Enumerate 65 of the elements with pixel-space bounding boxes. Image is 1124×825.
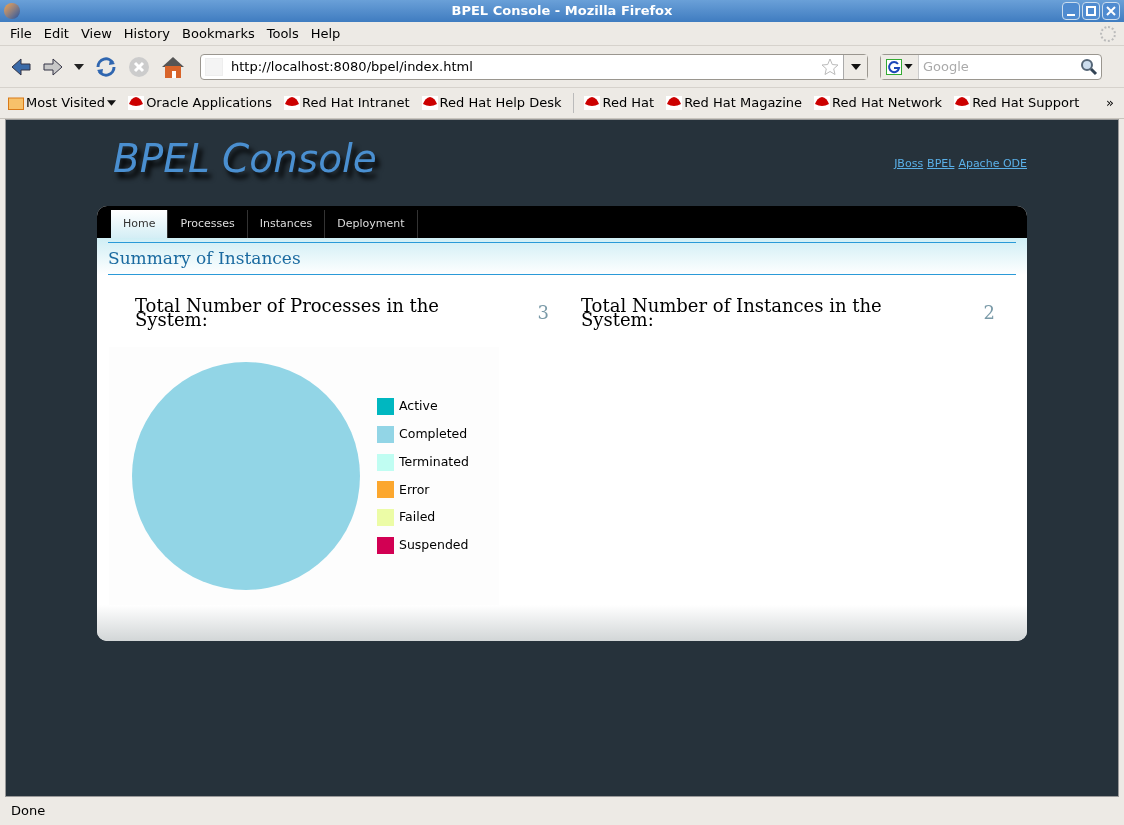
hat-icon bbox=[954, 96, 971, 110]
bookmark-item[interactable]: Red Hat Network bbox=[814, 93, 943, 113]
bookmark-item[interactable]: Red Hat Support bbox=[954, 93, 1080, 113]
menu-item[interactable]: View bbox=[74, 23, 118, 44]
caret-icon bbox=[850, 63, 861, 70]
maximize-button[interactable] bbox=[1082, 2, 1100, 20]
bookmarks-overflow-button[interactable]: » bbox=[1106, 93, 1114, 113]
header-link[interactable]: JBoss bbox=[894, 156, 924, 173]
search-input[interactable]: Google bbox=[919, 56, 1080, 77]
browser-logo-icon bbox=[4, 3, 20, 19]
close-icon bbox=[1106, 6, 1116, 16]
throbber-icon bbox=[1100, 25, 1116, 42]
forward-arrow-icon[interactable] bbox=[42, 56, 64, 77]
address-field[interactable]: http://localhost:8080/bpel/index.html bbox=[200, 53, 868, 80]
url-text: http://localhost:8080/bpel/index.html bbox=[231, 57, 474, 76]
engine-logo-icon bbox=[886, 58, 902, 75]
hat-icon bbox=[283, 96, 300, 110]
menu-item[interactable]: Edit bbox=[37, 23, 75, 44]
home-icon[interactable] bbox=[160, 54, 186, 79]
window-title: BPEL Console - Mozilla Firefox bbox=[450, 2, 674, 21]
search-field[interactable]: Google bbox=[880, 53, 1102, 80]
legend-label: Failed bbox=[399, 508, 436, 527]
maximize-icon bbox=[1086, 6, 1096, 16]
search-icon[interactable] bbox=[1080, 57, 1098, 76]
hat-icon bbox=[421, 96, 438, 110]
reload-icon[interactable] bbox=[94, 54, 118, 79]
back-arrow-icon[interactable] bbox=[10, 56, 32, 77]
bookmark-item[interactable]: Red Hat Intranet bbox=[283, 93, 410, 113]
folder-icon bbox=[8, 96, 24, 110]
menu-item[interactable]: Tools bbox=[260, 23, 305, 44]
bookmark-item[interactable]: Red Hat bbox=[584, 93, 655, 113]
header-link[interactable]: BPEL bbox=[927, 156, 955, 173]
menu-item[interactable]: Help bbox=[304, 23, 347, 44]
hat-icon bbox=[128, 96, 145, 110]
bookmark-item[interactable]: Red Hat Help Desk bbox=[421, 93, 562, 113]
hat-icon bbox=[584, 96, 601, 110]
caret-icon bbox=[904, 64, 913, 69]
menu-item[interactable]: File bbox=[4, 23, 38, 44]
bookmark-item[interactable]: Oracle Applications bbox=[128, 93, 272, 113]
menu-item[interactable]: History bbox=[117, 23, 177, 44]
legend-label: Terminated bbox=[399, 452, 469, 471]
section-title: Summary of Instances bbox=[108, 246, 301, 270]
hat-icon bbox=[814, 96, 831, 110]
legend-label: Suspended bbox=[399, 536, 469, 554]
menu-item[interactable]: Bookmarks bbox=[176, 23, 261, 44]
close-button[interactable] bbox=[1102, 2, 1120, 20]
bookmark-item[interactable]: Red Hat Magazine bbox=[666, 93, 803, 113]
legend-label: Completed bbox=[399, 425, 468, 443]
nav-tab[interactable]: Home bbox=[111, 210, 169, 238]
legend-label: Error bbox=[399, 480, 430, 499]
legend-label: Active bbox=[399, 397, 438, 416]
bookmark-item[interactable]: Most Visited bbox=[8, 93, 117, 113]
dropdown-arrow-icon[interactable] bbox=[74, 63, 84, 70]
history-dropdown-button[interactable] bbox=[843, 54, 867, 79]
star-icon[interactable] bbox=[821, 57, 839, 76]
header-link[interactable]: Apache ODE bbox=[958, 156, 1027, 173]
stat-value: 2 bbox=[983, 301, 995, 325]
console-logo: BPEL Console bbox=[113, 135, 377, 183]
status-text: Done bbox=[11, 802, 46, 821]
minimize-button[interactable] bbox=[1062, 2, 1080, 20]
caret-icon bbox=[107, 100, 117, 106]
minimize-icon bbox=[1067, 14, 1075, 16]
stat-value: 3 bbox=[537, 301, 549, 325]
search-engine-button[interactable] bbox=[881, 54, 919, 79]
hat-icon bbox=[666, 96, 683, 110]
